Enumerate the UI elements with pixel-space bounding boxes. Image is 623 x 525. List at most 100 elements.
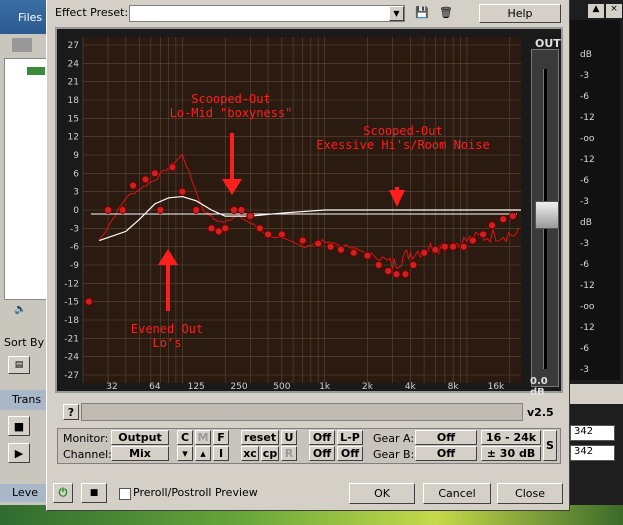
close-icon[interactable]: × [606,4,622,18]
eq-node[interactable] [409,260,418,270]
eq-node[interactable] [374,260,383,270]
cp-button[interactable]: cp [261,446,279,461]
save-icon[interactable]: 💾 [415,6,429,19]
eq-node[interactable] [229,205,238,215]
eq-node[interactable] [150,169,159,178]
eq-node[interactable] [84,297,93,306]
eq-node[interactable] [401,270,410,279]
eq-node[interactable] [118,205,127,215]
channel-select[interactable]: Mix [111,446,169,461]
eq-node[interactable] [419,248,429,257]
close-button[interactable]: Close [497,483,563,504]
db-range-button[interactable]: ± 30 dB [481,446,541,461]
meter-scale-label: -6 [580,176,589,186]
x-tick-label: 32 [106,382,117,391]
eq-node[interactable] [255,224,264,233]
off-button-3[interactable]: Off [337,446,363,461]
folder-icon[interactable] [12,38,32,52]
down-icon[interactable]: ▾ [177,446,193,461]
annotation-hi-line1: Scooped-Out [363,124,442,138]
off-button-1[interactable]: Off [309,430,335,445]
delete-icon[interactable]: 🗑 [439,6,453,19]
eq-node[interactable] [431,245,440,254]
eq-node[interactable] [468,236,477,245]
eq-node[interactable] [487,221,497,230]
eq-node[interactable] [298,236,307,245]
reset-button[interactable]: reset [241,430,279,445]
c-button[interactable]: C [177,430,193,445]
chevron-down-icon[interactable]: ▼ [389,6,404,21]
channel-label: Channel: [63,448,112,461]
y-tick-label: 27 [68,41,79,51]
x-tick-label: 500 [273,382,290,391]
eq-node[interactable] [207,224,216,233]
eq-node[interactable] [384,267,393,276]
preset-bar: Effect Preset: ▼ 💾 🗑 Help [47,3,567,23]
output-slider-thumb[interactable] [535,201,559,229]
eq-node[interactable] [237,205,246,215]
gear-a-select[interactable]: Off [415,430,477,445]
host-value-2[interactable]: 342 [570,445,615,461]
ok-button[interactable]: OK [349,483,415,504]
cancel-button[interactable]: Cancel [423,483,491,504]
m-button[interactable]: M [195,430,211,445]
lowpass-button[interactable]: L-P [337,430,363,445]
eq-node[interactable] [246,212,255,221]
play-icon[interactable]: ▶ [8,443,30,463]
speaker-icon[interactable]: 🔈 [14,304,26,315]
eq-node[interactable] [326,242,335,251]
eq-node[interactable] [141,175,150,184]
freq-range-button[interactable]: 16 - 24k [481,430,541,445]
host-value-1[interactable]: 342 [570,425,615,441]
files-list[interactable] [4,58,48,300]
y-axis-labels: 27 24 21 18 15 12 9 6 3 0 -3 -6 -9 -12 -15 -18 -21 -24 -27 [64,41,79,381]
eq-node[interactable] [221,224,230,233]
eq-node[interactable] [156,205,165,215]
eq-node[interactable] [449,242,458,251]
plugin-help-button[interactable]: ? [63,404,79,420]
y-tick-label: -6 [70,243,79,253]
eq-node[interactable] [508,212,517,221]
transport-tab[interactable]: Trans [0,390,48,410]
eq-node[interactable] [336,245,345,254]
eq-node[interactable] [192,205,201,215]
eq-graph-svg[interactable]: 27 24 21 18 15 12 9 6 3 0 -3 -6 -9 -12 -15 -18 -21 -24 -27… [57,29,561,391]
eq-node[interactable] [479,230,488,239]
power-icon[interactable]: ⏻ [53,483,73,503]
help-button[interactable]: Help [479,4,561,23]
eq-node[interactable] [103,205,113,215]
view-button[interactable]: ▤ [8,356,30,374]
eq-node[interactable] [168,163,177,172]
off-button-2[interactable]: Off [309,446,335,461]
r-button[interactable]: R [281,446,297,461]
files-tab-label: Files [18,11,43,24]
u-button[interactable]: U [281,430,297,445]
i-button[interactable]: I [213,446,229,461]
eq-node[interactable] [314,239,323,248]
stop-icon[interactable]: ■ [8,416,30,436]
eq-node[interactable] [349,248,358,257]
s-button[interactable]: S [543,430,557,461]
eq-node[interactable] [392,270,401,279]
stop-preview-icon[interactable]: ■ [81,483,107,503]
preset-dropdown[interactable]: ▼ [129,5,405,22]
f-button[interactable]: F [213,430,229,445]
eq-node[interactable] [128,181,138,190]
up-icon[interactable]: ▴ [195,446,211,461]
annotation-lo-line2: Lo's [153,336,182,350]
monitor-select[interactable]: Output [111,430,169,445]
eq-node[interactable] [440,242,449,251]
eq-node[interactable] [178,187,187,196]
effect-dialog: Effect Preset: ▼ 💾 🗑 Help 27 24 21 18 15 12 9 6… [46,0,570,511]
preroll-checkbox[interactable] [119,488,131,500]
eq-node[interactable] [363,251,372,260]
scroll-up-icon[interactable]: ▲ [588,4,604,18]
monitor-label: Monitor: [63,432,109,445]
gear-b-select[interactable]: Off [415,446,477,461]
eq-node[interactable] [459,242,468,251]
xc-button[interactable]: xc [241,446,259,461]
eq-node[interactable] [263,230,273,239]
eq-node[interactable] [277,230,286,239]
eq-node[interactable] [499,215,508,224]
levels-tab[interactable]: Leve [0,484,48,502]
